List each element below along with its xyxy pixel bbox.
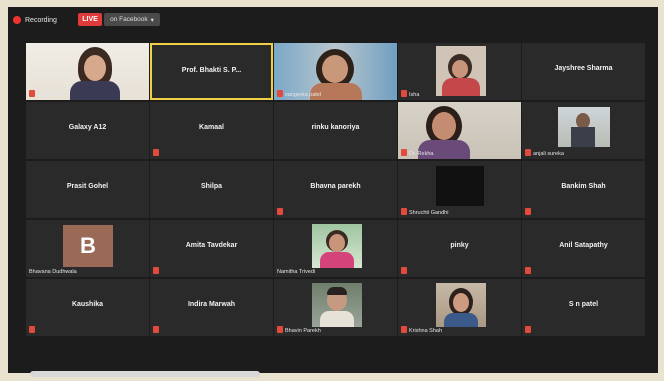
- participant-tile[interactable]: Dr. Rekha: [398, 102, 521, 159]
- live-destination-label: on Facebook: [110, 16, 148, 23]
- participant-name: Jayshree Sharma: [554, 65, 613, 72]
- participant-tile[interactable]: Kamaal: [150, 102, 273, 159]
- muted-mic-icon: [277, 90, 283, 97]
- participant-video: [436, 283, 486, 327]
- participant-name: Krishna Shah: [409, 328, 443, 334]
- participant-name: Indira Marwah: [187, 301, 236, 308]
- participant-tile[interactable]: B Bhavana Dudhwala: [26, 220, 149, 277]
- muted-mic-icon: [401, 90, 407, 97]
- participant-tile[interactable]: rinku kanoriya: [274, 102, 397, 159]
- participant-tile[interactable]: Namitha Trivedi: [274, 220, 397, 277]
- muted-mic-icon: [277, 326, 283, 333]
- participant-name: anjali sureka: [533, 151, 564, 157]
- participant-tile[interactable]: Indira Marwah: [150, 279, 273, 336]
- muted-mic-icon: [401, 326, 407, 333]
- participant-name: Kaushika: [71, 301, 104, 308]
- chevron-down-icon: ▾: [150, 16, 154, 24]
- horizontal-scrollbar[interactable]: [30, 371, 260, 377]
- muted-mic-icon: [401, 208, 407, 215]
- participant-tile-active-speaker[interactable]: Prof. Bhakti S. P...: [150, 43, 273, 100]
- participant-tile[interactable]: Isha: [398, 43, 521, 100]
- muted-mic-icon: [153, 326, 159, 333]
- muted-mic-icon: [29, 90, 35, 97]
- participant-tile[interactable]: S n patel: [522, 279, 645, 336]
- participant-name: rinku kanoriya: [311, 124, 360, 131]
- participant-name: Prasit Gohel: [66, 183, 109, 190]
- muted-mic-icon: [525, 267, 531, 274]
- participant-name: Isha: [409, 92, 420, 98]
- participant-tile[interactable]: Shruchti Gandhi: [398, 161, 521, 218]
- meeting-gallery-view: Recording LIVE on Facebook ▾ Krutu Shah: [8, 7, 658, 373]
- participant-tile[interactable]: Krishna Shah: [398, 279, 521, 336]
- participant-name: Bhavin Parekh: [285, 328, 321, 334]
- participant-tile[interactable]: Prasit Gohel: [26, 161, 149, 218]
- participant-tile[interactable]: Krutu Shah: [26, 43, 149, 100]
- muted-mic-icon: [525, 326, 531, 333]
- muted-mic-icon: [29, 326, 35, 333]
- participant-tile[interactable]: Kaushika: [26, 279, 149, 336]
- participant-tile[interactable]: Shilpa: [150, 161, 273, 218]
- muted-mic-icon: [525, 208, 531, 215]
- participant-name: Shruchti Gandhi: [409, 210, 449, 216]
- participant-name: Anil Satapathy: [559, 242, 608, 249]
- participant-name: Prof. Bhakti S. P...: [181, 67, 242, 74]
- participant-name: Krutu Shah: [37, 92, 65, 98]
- participant-name: Bankim Shah: [561, 183, 606, 190]
- participant-name: Dr. Rekha: [409, 151, 434, 157]
- participant-tile[interactable]: Bankim Shah: [522, 161, 645, 218]
- live-badge[interactable]: LIVE: [78, 13, 102, 26]
- participant-video: [312, 283, 362, 327]
- participant-tile[interactable]: Galaxy A12: [26, 102, 149, 159]
- live-destination-dropdown[interactable]: on Facebook ▾: [104, 13, 160, 26]
- participant-name: Kamaal: [199, 124, 224, 131]
- participant-video: [436, 46, 486, 96]
- record-dot-icon: [13, 16, 21, 24]
- recording-label: Recording: [25, 16, 57, 24]
- participant-tile[interactable]: Amita Tavdekar: [150, 220, 273, 277]
- participant-tile[interactable]: Bhavna parekh: [274, 161, 397, 218]
- participant-name: Galaxy A12: [68, 124, 107, 131]
- participant-video: [312, 224, 362, 268]
- participant-name: Bhavna parekh: [310, 183, 361, 190]
- recording-indicator[interactable]: Recording: [13, 13, 57, 27]
- muted-mic-icon: [401, 149, 407, 156]
- participant-tile[interactable]: anjali sureka: [522, 102, 645, 159]
- photo-frame: Recording LIVE on Facebook ▾ Krutu Shah: [0, 0, 664, 381]
- participant-tile[interactable]: sangeeta patel: [274, 43, 397, 100]
- participant-video: [436, 166, 484, 206]
- participant-name: pinky: [450, 242, 469, 249]
- muted-mic-icon: [153, 149, 159, 156]
- muted-mic-icon: [153, 267, 159, 274]
- participant-tile[interactable]: Jayshree Sharma: [522, 43, 645, 100]
- participant-name: Namitha Trivedi: [277, 269, 316, 275]
- muted-mic-icon: [401, 267, 407, 274]
- avatar: B: [63, 225, 113, 267]
- participant-video: [558, 107, 610, 147]
- participant-name: Bhavana Dudhwala: [29, 269, 77, 275]
- muted-mic-icon: [277, 208, 283, 215]
- participant-name: S n patel: [568, 301, 599, 308]
- meeting-top-bar: Recording LIVE on Facebook ▾: [8, 7, 658, 33]
- participant-tile[interactable]: Anil Satapathy: [522, 220, 645, 277]
- participant-tile[interactable]: pinky: [398, 220, 521, 277]
- participant-name: Amita Tavdekar: [185, 242, 238, 249]
- participant-name: Shilpa: [200, 183, 222, 190]
- participant-tile[interactable]: Bhavin Parekh: [274, 279, 397, 336]
- participant-name: sangeeta patel: [285, 92, 322, 98]
- muted-mic-icon: [525, 149, 531, 156]
